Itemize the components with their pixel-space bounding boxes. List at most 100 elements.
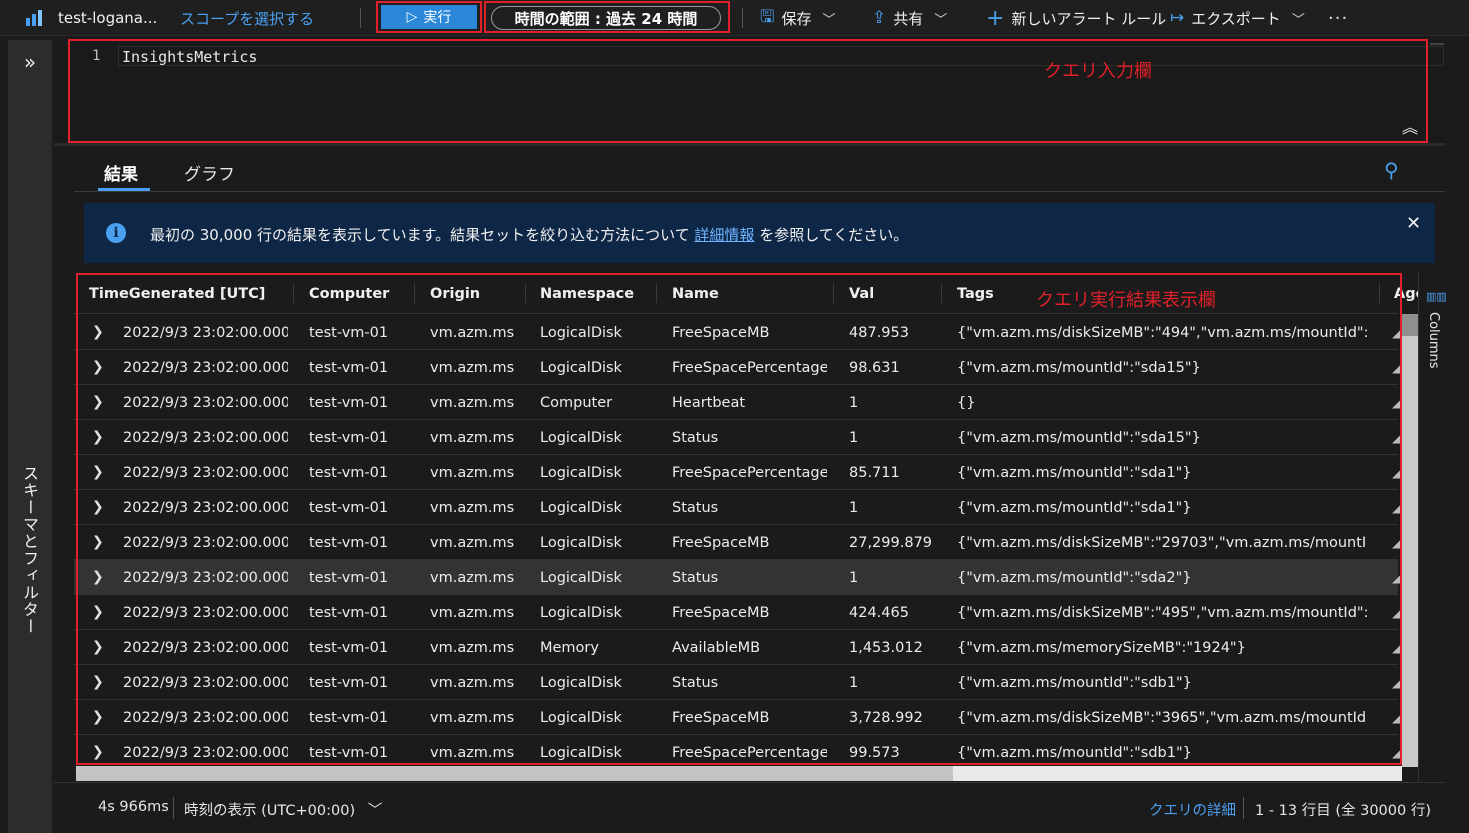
column-header[interactable]: Namespace [540, 272, 650, 314]
expand-row-icon[interactable]: ❯ [92, 630, 104, 665]
column-header[interactable]: Origin [430, 272, 520, 314]
column-resizer[interactable] [1379, 283, 1380, 303]
table-cell: test-vm-01 [309, 500, 389, 516]
expand-row-icon[interactable]: ❯ [92, 700, 104, 735]
share-button[interactable]: ⇪ 共有 ﹀ [872, 0, 947, 36]
column-header[interactable]: Name [672, 272, 822, 314]
table-row[interactable]: ❯ 2022/9/3 23:02:00.000 test-vm-01 vm.azm.m… [74, 735, 1401, 770]
export-button[interactable]: ↦ エクスポート ﹀ [1170, 0, 1305, 36]
select-scope-link[interactable]: スコープを選択する [180, 0, 314, 36]
info-icon: i [106, 223, 126, 243]
expand-row-icon[interactable]: ❯ [92, 350, 104, 385]
table-row[interactable]: ❯ 2022/9/3 23:02:00.000 test-vm-01 vm.azm.m… [74, 455, 1402, 490]
column-header[interactable]: Val [849, 272, 929, 314]
toolbar-divider [360, 8, 361, 28]
expand-row-icon[interactable]: ❯ [92, 665, 104, 700]
table-cell: {"vm.azm.ms/mountId":"sda2"} [957, 570, 1192, 586]
editor-splitter[interactable] [54, 143, 1445, 146]
columns-panel[interactable]: ▥▥ Columns [1418, 272, 1447, 782]
search-icon[interactable]: ⚲ [1384, 158, 1399, 182]
table-cell: LogicalDisk [540, 500, 622, 516]
expand-row-icon[interactable]: ❯ [92, 490, 104, 525]
expand-row-icon[interactable]: ❯ [92, 525, 104, 560]
tab-chart[interactable]: グラフ [184, 160, 235, 185]
results-grid: TimeGenerated [UTC] Computer Origin Name… [74, 272, 1418, 782]
truncated-cell-marker: ◢ [1392, 466, 1402, 480]
workspace-title[interactable]: test-logana... [58, 0, 157, 36]
column-resizer[interactable] [941, 283, 942, 303]
time-range-button[interactable]: 時間の範囲 : 過去 24 時間 [491, 6, 721, 30]
banner-text: 最初の 30,000 行の結果を表示しています。結果セットを絞り込む方法について [150, 226, 695, 244]
column-header[interactable]: TimeGenerated [UTC] [89, 272, 289, 314]
new-alert-rule-button[interactable]: + 新しいアラート ルール [986, 0, 1166, 36]
table-cell: vm.azm.ms [430, 710, 515, 726]
column-header[interactable]: Tags [957, 272, 1027, 314]
result-tabs: 結果 グラフ ⚲ [74, 150, 1445, 192]
table-cell: {"vm.azm.ms/mountId":"sdb1"} [957, 675, 1192, 691]
vertical-scrollbar[interactable] [1402, 314, 1418, 767]
expand-row-icon[interactable]: ❯ [92, 385, 104, 420]
table-row[interactable]: ❯ 2022/9/3 23:02:00.000 test-vm-01 vm.azm.m… [74, 700, 1401, 735]
table-cell: {"vm.azm.ms/diskSizeMB":"495","vm.azm.ms… [957, 605, 1367, 621]
table-cell: test-vm-01 [309, 325, 389, 341]
column-resizer[interactable] [833, 283, 834, 303]
tab-results[interactable]: 結果 [104, 160, 138, 185]
schema-filter-label[interactable]: スキーマとフィルター [17, 465, 41, 635]
learn-more-link[interactable]: 詳細情報 [694, 226, 754, 244]
table-row[interactable]: ❯ 2022/9/3 23:02:00.000 test-vm-01 vm.azm.m… [74, 350, 1401, 385]
table-cell: 487.953 [849, 325, 909, 341]
table-row[interactable]: ❯ 2022/9/3 23:02:00.000 test-vm-01 vm.azm.m… [74, 490, 1401, 525]
table-cell: {"vm.azm.ms/mountId":"sda1"} [957, 465, 1192, 481]
chevron-down-icon: ﹀ [822, 12, 836, 28]
table-row[interactable]: ❯ 2022/9/3 23:02:00.000 test-vm-01 vm.azm.m… [74, 420, 1401, 455]
table-row[interactable]: ❯ 2022/9/3 23:02:00.000 test-vm-01 vm.azm.m… [74, 385, 1401, 420]
expand-row-icon[interactable]: ❯ [92, 420, 104, 455]
table-row[interactable]: ❯ 2022/9/3 23:02:00.000 test-vm-01 vm.azm.m… [74, 315, 1402, 350]
table-cell: 424.465 [849, 605, 909, 621]
time-display-dropdown[interactable]: 時刻の表示 (UTC+00:00) ﹀ [184, 799, 382, 820]
column-resizer[interactable] [656, 283, 657, 303]
column-resizer[interactable] [293, 283, 294, 303]
collapse-editor-icon[interactable]: ︽ [1402, 114, 1418, 138]
columns-panel-label: Columns [1426, 312, 1441, 369]
table-cell: test-vm-01 [309, 535, 389, 551]
table-row[interactable]: ❯ 2022/9/3 23:02:00.000 test-vm-01 vm.azm.m… [74, 630, 1401, 665]
close-icon[interactable]: ✕ [1406, 213, 1421, 234]
table-cell: 1 [849, 430, 859, 446]
table-cell: Status [672, 675, 719, 691]
table-row[interactable]: ❯ 2022/9/3 23:02:00.000 test-vm-01 vm.azm.m… [74, 665, 1401, 700]
horizontal-scrollbar-thumb[interactable] [76, 766, 953, 781]
expand-row-icon[interactable]: ❯ [92, 735, 104, 770]
more-options-icon[interactable]: ··· [1328, 0, 1348, 36]
table-cell: {"vm.azm.ms/mountId":"sda15"} [957, 430, 1201, 446]
table-cell: vm.azm.ms [430, 395, 515, 411]
horizontal-scrollbar[interactable] [76, 766, 1402, 781]
column-header[interactable]: Age [1394, 272, 1418, 314]
vertical-scrollbar-thumb[interactable] [1402, 314, 1418, 336]
table-cell: 27,299.879 [849, 535, 933, 551]
expand-sidebar-icon[interactable]: » [8, 50, 52, 74]
expand-row-icon[interactable]: ❯ [92, 315, 104, 350]
run-button[interactable]: ▷ 実行 [381, 5, 477, 29]
editor-scrollbar[interactable] [1430, 43, 1444, 45]
table-row[interactable]: ❯ 2022/9/3 23:02:00.000 test-vm-01 vm.azm.m… [74, 560, 1401, 595]
query-details-link[interactable]: クエリの詳細 [1149, 799, 1236, 820]
column-resizer[interactable] [525, 283, 526, 303]
column-header[interactable]: Computer [309, 272, 409, 314]
save-button[interactable]: 🖫 保存 ﹀ [760, 0, 836, 36]
table-cell: 2022/9/3 23:02:00.000 [123, 605, 288, 621]
chevron-down-icon: ﹀ [1291, 12, 1305, 28]
expand-row-icon[interactable]: ❯ [92, 455, 104, 490]
status-divider [173, 797, 174, 819]
banner-message: 最初の 30,000 行の結果を表示しています。結果セットを絞り込む方法について… [150, 224, 908, 245]
table-row[interactable]: ❯ 2022/9/3 23:02:00.000 test-vm-01 vm.azm.m… [74, 525, 1401, 560]
table-cell: 2022/9/3 23:02:00.000 [123, 745, 288, 761]
column-resizer[interactable] [414, 283, 415, 303]
table-cell: test-vm-01 [309, 675, 389, 691]
expand-row-icon[interactable]: ❯ [92, 560, 104, 595]
result-annotation-label: クエリ実行結果表示欄 [1036, 290, 1216, 311]
expand-row-icon[interactable]: ❯ [92, 595, 104, 630]
truncated-cell-marker: ◢ [1392, 326, 1402, 340]
table-cell: 2022/9/3 23:02:00.000 [123, 640, 288, 656]
table-row[interactable]: ❯ 2022/9/3 23:02:00.000 test-vm-01 vm.azm.m… [74, 595, 1401, 630]
